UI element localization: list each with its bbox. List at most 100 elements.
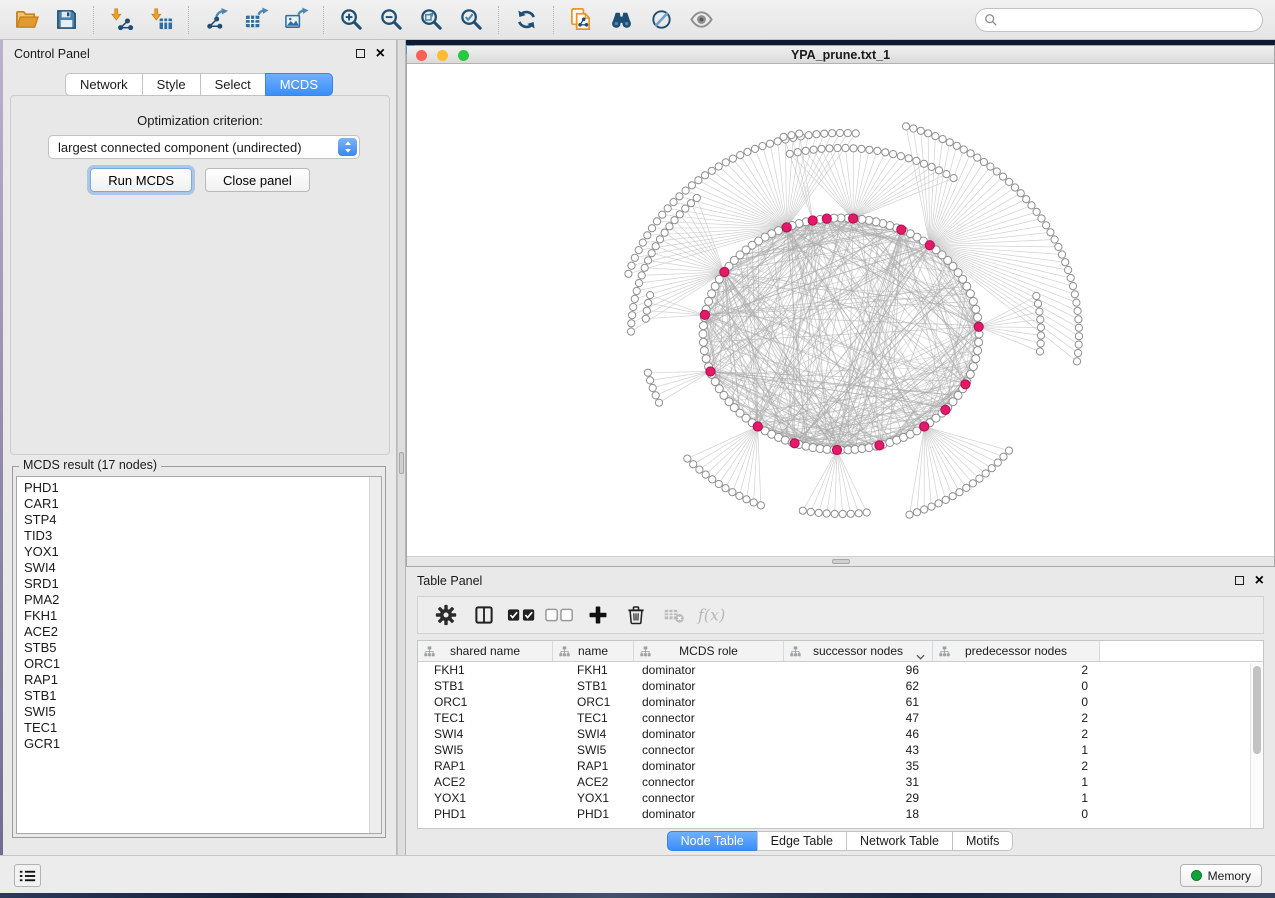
tab-edge-table[interactable]: Edge Table [757,831,847,851]
zoom-fit-button[interactable] [411,3,451,37]
table-row[interactable]: SWI4SWI4dominator462 [418,726,1263,742]
show-panels-button[interactable] [14,864,41,887]
mcds-result-item[interactable]: YOX1 [24,544,381,560]
column-header-successor-nodes[interactable]: successor nodes [784,641,933,661]
minimize-window-button[interactable] [437,50,448,61]
horizontal-splitter[interactable] [407,556,1274,566]
new-network-from-selection-button[interactable] [561,3,601,37]
mcds-result-item[interactable]: ORC1 [24,656,381,672]
tab-network-table[interactable]: Network Table [846,831,953,851]
fx-icon: f(x) [696,604,728,626]
open-file-button[interactable] [6,3,46,37]
table-row[interactable]: YOX1YOX1connector291 [418,790,1263,806]
mcds-result-item[interactable]: STP4 [24,512,381,528]
close-panel-icon[interactable]: × [376,49,385,59]
mcds-result-item[interactable]: STB1 [24,688,381,704]
export-network-button[interactable] [196,3,236,37]
mcds-result-list[interactable]: PHD1CAR1STP4TID3YOX1SWI4SRD1PMA2FKH1ACE2… [16,476,382,834]
apply-layout-button[interactable] [506,3,546,37]
table-row[interactable]: FKH1FKH1dominator962 [418,662,1263,678]
tab-node-table[interactable]: Node Table [667,831,758,851]
tab-select[interactable]: Select [200,73,266,96]
table-row[interactable]: TEC1TEC1connector472 [418,710,1263,726]
close-panel-icon[interactable]: × [1255,576,1264,586]
table-settings-button[interactable] [427,599,465,631]
search-input[interactable] [998,13,1262,27]
tab-style[interactable]: Style [142,73,201,96]
result-list-scrollbar[interactable] [369,477,381,833]
network-canvas[interactable] [407,64,1274,556]
cell-mcds-role: dominator [634,806,784,822]
network-titlebar[interactable]: YPA_prune.txt_1 [407,46,1274,64]
mcds-result-item[interactable]: SRD1 [24,576,381,592]
show-columns-button[interactable] [465,599,503,631]
delete-columns-button[interactable] [617,599,655,631]
network-window-title: YPA_prune.txt_1 [791,48,890,62]
cell-predecessor-nodes: 2 [933,726,1100,742]
column-header-MCDS-role[interactable]: MCDS role [634,641,784,661]
mcds-result-item[interactable]: TID3 [24,528,381,544]
table-row[interactable]: PHD1PHD1dominator180 [418,806,1263,822]
table-row[interactable]: STB1STB1dominator620 [418,678,1263,694]
table-row[interactable]: ACE2ACE2connector311 [418,774,1263,790]
export-table-button[interactable] [236,3,276,37]
table-row[interactable]: ORC1ORC1dominator610 [418,694,1263,710]
splitter-handle[interactable] [832,559,850,564]
float-panel-icon[interactable] [356,49,365,58]
column-header-name[interactable]: name [553,641,634,661]
tab-mcds[interactable]: MCDS [265,73,333,96]
mcds-result-item[interactable]: PHD1 [24,480,381,496]
mcds-result-item[interactable]: SWI4 [24,560,381,576]
mcds-result-item[interactable]: SWI5 [24,704,381,720]
close-panel-button[interactable]: Close panel [205,168,310,192]
function-builder-button: f(x) [693,599,731,631]
first-neighbors-button[interactable] [681,3,721,37]
mcds-result-item[interactable]: STB5 [24,640,381,656]
maximize-window-button[interactable] [458,50,469,61]
zoom-selected-button[interactable] [451,3,491,37]
tab-network[interactable]: Network [65,73,143,96]
table-panel-title: Table Panel [417,574,482,588]
table-row[interactable]: RAP1RAP1dominator352 [418,758,1263,774]
scrollbar-thumb[interactable] [1253,666,1261,754]
network-graph[interactable] [407,64,1274,556]
chevron-down-icon[interactable] [916,649,925,663]
mcds-result-item[interactable]: FKH1 [24,608,381,624]
find-button[interactable] [601,3,641,37]
create-column-button[interactable] [579,599,617,631]
run-mcds-button[interactable]: Run MCDS [90,168,192,192]
export-image-button[interactable] [276,3,316,37]
mcds-result-item[interactable]: GCR1 [24,736,381,752]
mcds-result-item[interactable]: PMA2 [24,592,381,608]
table-scrollbar[interactable] [1250,663,1263,828]
zoom-in-icon [339,7,364,32]
toolbar-separator [498,6,499,34]
cell-name: ACE2 [553,774,634,790]
mcds-result-item[interactable]: CAR1 [24,496,381,512]
search-box[interactable] [975,8,1263,32]
save-session-button[interactable] [46,3,86,37]
mcds-result-item[interactable]: RAP1 [24,672,381,688]
close-window-button[interactable] [416,50,427,61]
cell-shared-name: ORC1 [418,694,553,710]
show-graphics-details-button[interactable] [641,3,681,37]
mcds-result-item[interactable]: TEC1 [24,720,381,736]
tab-motifs[interactable]: Motifs [952,831,1013,851]
splitter-handle[interactable] [399,452,404,474]
table-toolbar: f(x) [417,596,1264,634]
unselect-all-columns-button[interactable] [541,599,579,631]
column-header-shared-name[interactable]: shared name [418,641,553,661]
mcds-result-item[interactable]: ACE2 [24,624,381,640]
select-all-columns-button[interactable] [503,599,541,631]
optimization-criterion-select[interactable]: largest connected component (undirected) [48,135,360,159]
import-network-button[interactable] [101,3,141,37]
float-panel-icon[interactable] [1235,576,1244,585]
memory-button[interactable]: Memory [1180,864,1262,887]
zoom-in-button[interactable] [331,3,371,37]
vertical-splitter[interactable] [397,40,406,855]
zoom-out-button[interactable] [371,3,411,37]
column-header-predecessor-nodes[interactable]: predecessor nodes [933,641,1100,661]
cell-name: YOX1 [553,790,634,806]
table-row[interactable]: SWI5SWI5connector431 [418,742,1263,758]
import-table-button[interactable] [141,3,181,37]
